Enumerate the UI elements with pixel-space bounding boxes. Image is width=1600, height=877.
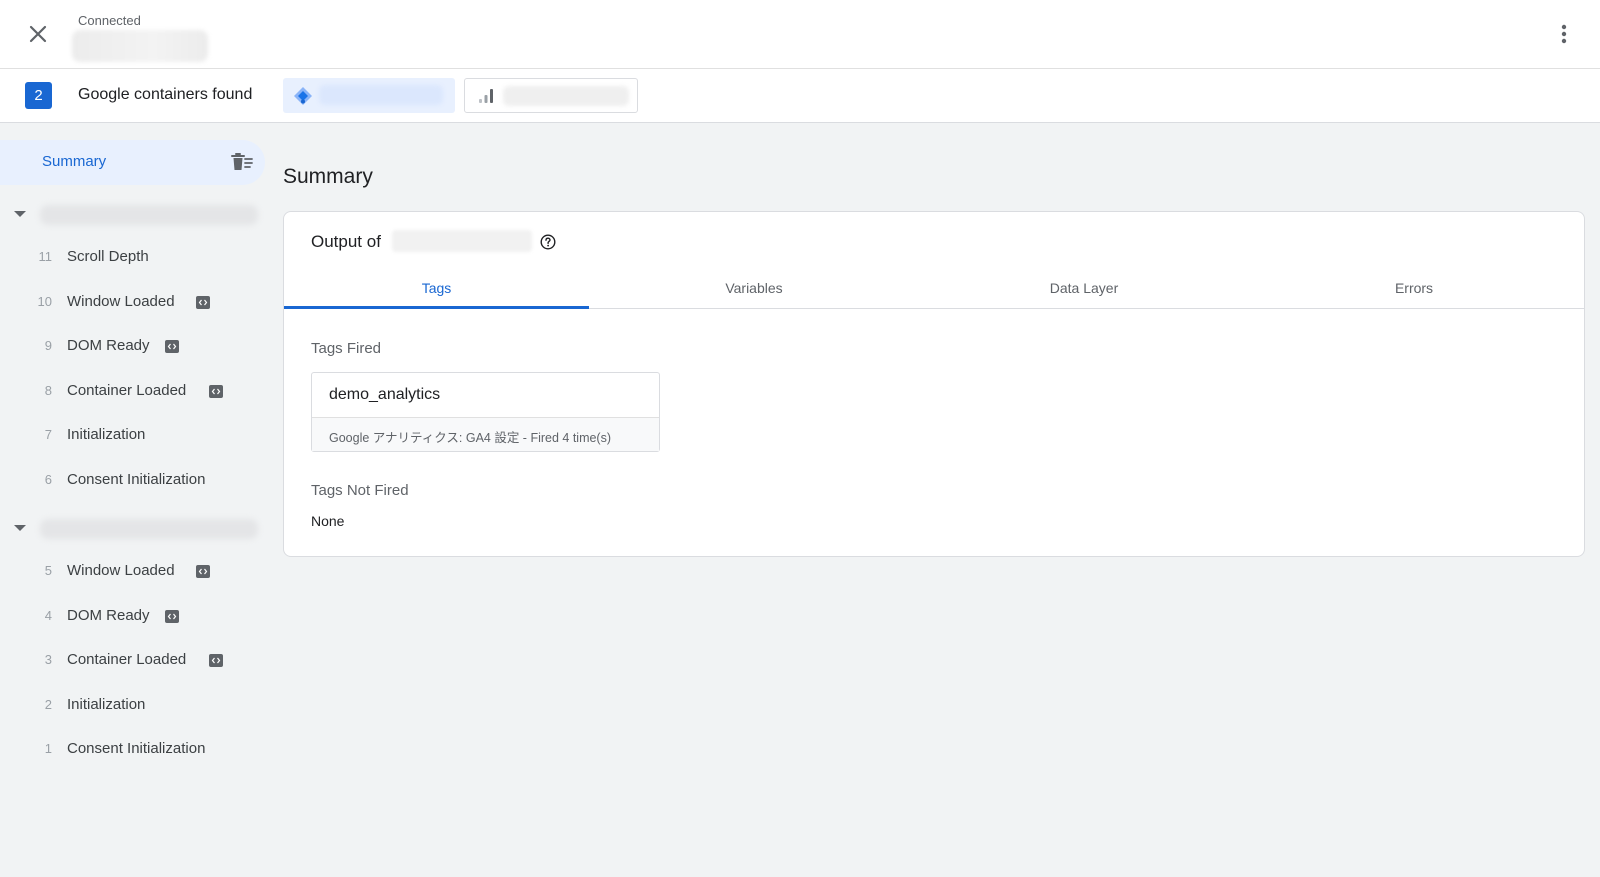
container-id-redacted [503, 86, 629, 106]
event-number: 7 [44, 427, 52, 443]
caret-down-icon [14, 211, 26, 217]
tab-variables[interactable]: Variables [589, 266, 919, 309]
sidebar-event-item[interactable]: 9 DOM Ready [0, 330, 265, 366]
event-number: 10 [37, 293, 52, 309]
page-url-redacted [40, 205, 258, 225]
code-icon [165, 340, 179, 354]
sidebar-event-item[interactable]: 4 DOM Ready [0, 600, 265, 636]
tags-not-fired-heading: Tags Not Fired [311, 482, 409, 499]
sidebar-event-item[interactable]: 2 Initialization [0, 689, 265, 725]
tag-meta: Google アナリティクス: GA4 設定 - Fired 4 time(s) [312, 417, 659, 451]
event-name: Consent Initialization [67, 471, 206, 488]
sidebar-event-item[interactable]: 1 Consent Initialization [0, 733, 265, 769]
sidebar-event-item[interactable]: 3 Container Loaded [0, 644, 265, 680]
output-card: Output of Tags Variables Data Layer Erro… [283, 211, 1585, 557]
sidebar-event-item[interactable]: 8 Container Loaded [0, 375, 265, 411]
tab-data-layer[interactable]: Data Layer [919, 266, 1249, 309]
output-tabs: Tags Variables Data Layer Errors [284, 266, 1584, 309]
event-number: 5 [44, 563, 52, 578]
containers-found-label: Google containers found [78, 86, 253, 103]
event-number: 9 [44, 338, 52, 354]
tag-meta-text: Google アナリティクス: GA4 設定 - Fired 4 time(s) [329, 431, 612, 445]
event-name: Window Loaded [67, 292, 175, 310]
event-number: 6 [44, 472, 52, 487]
code-icon [209, 384, 223, 398]
event-name: Initialization [67, 695, 146, 713]
help-icon[interactable] [540, 234, 556, 250]
event-number: 11 [38, 249, 53, 264]
event-number: 3 [44, 652, 52, 668]
container-id-redacted [319, 85, 443, 105]
event-number: 1 [44, 741, 52, 757]
fired-tag-card[interactable]: demo_analytics Google アナリティクス: GA4 設定 - … [311, 372, 660, 452]
sidebar-event-item[interactable]: 7 Initialization [0, 419, 265, 455]
event-name: Container Loaded [67, 381, 187, 399]
code-icon [209, 654, 223, 668]
event-number: 2 [44, 696, 52, 712]
caret-down-icon [14, 525, 26, 531]
container-bar: 2 Google containers found [0, 69, 1600, 123]
output-label: Output of [311, 232, 381, 251]
sidebar-event-item[interactable]: 10 Window Loaded [0, 286, 265, 322]
close-icon[interactable] [24, 20, 52, 48]
active-tab-indicator [284, 306, 589, 309]
event-sidebar: Summary 11 Scroll Depth 10 Window Loaded 9 DO… [0, 123, 272, 877]
page-group-header[interactable] [0, 201, 265, 231]
event-number: 4 [44, 607, 52, 623]
event-name: Initialization [67, 426, 146, 444]
event-name: DOM Ready [67, 337, 150, 355]
container-chip-gtm[interactable] [283, 78, 455, 113]
domain-name-redacted [72, 30, 208, 62]
analytics-bars-icon [479, 89, 493, 103]
tag-name: demo_analytics [329, 386, 441, 403]
container-chip-analytics[interactable] [464, 78, 638, 113]
tags-fired-heading: Tags Fired [311, 340, 382, 357]
sidebar-event-item[interactable]: 5 Window Loaded [0, 555, 265, 591]
container-count-badge: 2 [25, 82, 52, 109]
sidebar-event-item[interactable]: 11 Scroll Depth [0, 241, 265, 277]
code-icon [196, 565, 210, 578]
connection-status: Connected [78, 13, 141, 28]
page-group-header[interactable] [0, 515, 265, 545]
output-source-redacted [392, 230, 532, 252]
code-icon [165, 609, 179, 623]
event-name: DOM Ready [67, 606, 150, 624]
clear-list-icon[interactable] [230, 152, 254, 172]
gtm-diamond-icon [294, 87, 312, 105]
sidebar-event-item[interactable]: 6 Consent Initialization [0, 464, 265, 500]
page-title: Summary [283, 165, 373, 188]
event-name: Window Loaded [67, 562, 175, 579]
tab-tags[interactable]: Tags [284, 266, 589, 309]
event-name: Container Loaded [67, 651, 187, 669]
event-name: Consent Initialization [67, 740, 206, 758]
sidebar-summary-label: Summary [42, 153, 107, 170]
event-name: Scroll Depth [67, 248, 149, 265]
code-icon [196, 295, 210, 309]
top-bar: Connected [0, 0, 1600, 69]
page-url-redacted [40, 519, 258, 539]
tab-errors[interactable]: Errors [1249, 266, 1579, 309]
event-number: 8 [44, 382, 52, 398]
tags-not-fired-value: None [311, 513, 345, 529]
sidebar-item-summary[interactable]: Summary [0, 140, 265, 185]
more-vert-icon[interactable] [1552, 20, 1576, 48]
